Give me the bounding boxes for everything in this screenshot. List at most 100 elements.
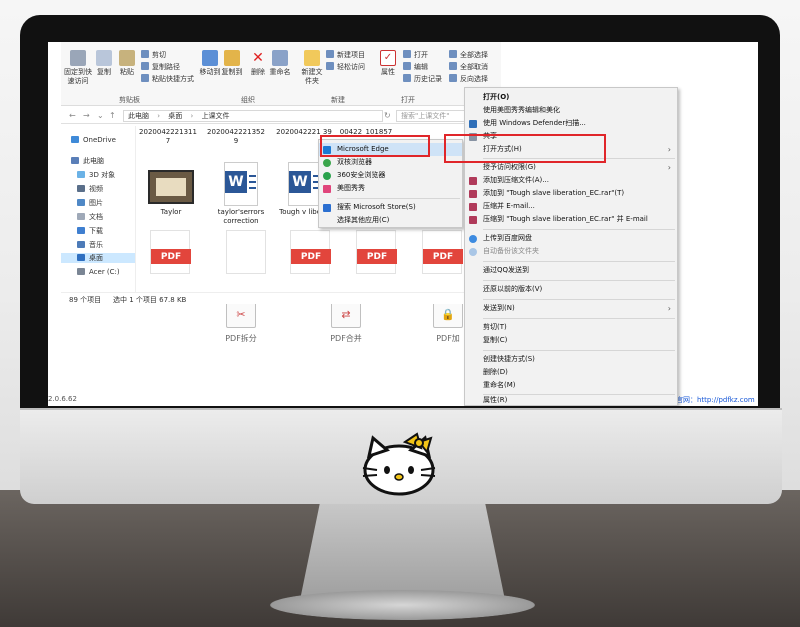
menu-item-label: 选择其他应用(C) [337, 216, 390, 224]
file-name[interactable]: 2020042221352 9 [206, 128, 266, 146]
pdf-file-icon[interactable]: PDF [356, 230, 397, 274]
delete-label: 删除 [251, 68, 265, 76]
move-to-button[interactable]: 移动到 [199, 50, 221, 77]
properties-button[interactable]: ✓ 属性 [377, 50, 399, 77]
nav-item-music[interactable]: 音乐 [77, 240, 103, 250]
chevron-right-icon: › [157, 112, 161, 120]
breadcrumb[interactable]: 此电脑 › 桌面 › 上课文件 [123, 110, 383, 122]
paste-button[interactable]: 粘贴 [116, 50, 138, 77]
menu-item-restore-version[interactable]: 还原以前的版本(V) [465, 283, 677, 296]
menu-item-open[interactable]: 打开(O) [465, 91, 677, 104]
up-arrow-icon[interactable]: ↑ [109, 111, 116, 120]
selection-info: 选中 1 个项目 67.8 KB [113, 296, 187, 304]
cut-button[interactable]: 剪切 [141, 50, 166, 60]
word-document-icon[interactable]: W [288, 162, 322, 206]
pin-quick-access-button[interactable]: 固定到快速访问 [61, 50, 95, 86]
film-frame [156, 178, 186, 196]
forward-arrow-icon[interactable]: → [83, 111, 90, 120]
pdf-file-icon[interactable]: PDF [422, 230, 463, 274]
easy-access-label: 轻松访问 [337, 63, 365, 71]
monitor-stand [300, 500, 505, 600]
copy-path-button[interactable]: 复制路径 [141, 62, 180, 72]
back-arrow-icon[interactable]: ← [69, 111, 76, 120]
menu-item-choose-app[interactable]: 选择其他应用(C) [319, 214, 462, 227]
menu-item-label: 属性(R) [483, 396, 508, 404]
menu-item-label: 还原以前的版本(V) [483, 285, 543, 293]
menu-item-compress-email[interactable]: 压缩并 E-mail... [465, 200, 677, 213]
history-icon [403, 74, 411, 82]
video-thumbnail[interactable] [148, 170, 194, 204]
select-all-button[interactable]: 全部选择 [449, 50, 488, 60]
history-button[interactable]: 历史记录 [403, 74, 442, 84]
menu-item-send-to[interactable]: 发送到(N) › [465, 302, 677, 315]
menu-item-meitu-edit[interactable]: 使用美图秀秀编辑和美化 [465, 104, 677, 117]
file-name[interactable]: 2020042221311 7 [138, 128, 198, 146]
menu-item-defender-scan[interactable]: 使用 Windows Defender扫描... [465, 117, 677, 130]
menu-item-copy[interactable]: 复制(C) [465, 334, 677, 347]
select-none-label: 全部取消 [460, 63, 488, 71]
rename-button[interactable]: 重命名 [269, 50, 291, 77]
nav-item-desktop[interactable]: 桌面 [61, 253, 135, 263]
menu-item-properties[interactable]: 属性(R) [465, 394, 677, 406]
copy-to-button[interactable]: 复制到 [221, 50, 243, 77]
blank-file-icon[interactable] [226, 230, 266, 274]
menu-item-label: 使用 Windows Defender扫描... [483, 119, 586, 127]
copy-button[interactable]: 复制 [93, 50, 115, 77]
nav-item-videos[interactable]: 视频 [77, 184, 103, 194]
file-name[interactable]: taylor'serrors correction [211, 208, 271, 226]
nav-item-downloads[interactable]: 下载 [77, 226, 103, 236]
easy-access-button[interactable]: 轻松访问 [326, 62, 365, 72]
select-all-label: 全部选择 [460, 51, 488, 59]
menu-item-baidu-upload[interactable]: 上传到百度网盘 [465, 232, 677, 245]
menu-item-add-archive[interactable]: 添加到压缩文件(A)... [465, 174, 677, 187]
move-to-label: 移动到 [199, 68, 221, 76]
invert-selection-button[interactable]: 反向选择 [449, 74, 488, 84]
menu-item-delete[interactable]: 删除(D) [465, 366, 677, 379]
new-item-button[interactable]: 新建项目 [326, 50, 365, 60]
breadcrumb-item[interactable]: 上课文件 [202, 112, 230, 120]
nav-item-pictures[interactable]: 图片 [77, 198, 103, 208]
film-icon [77, 185, 85, 192]
menu-item-add-rar[interactable]: 添加到 "Tough slave liberation_EC.rar"(T) [465, 187, 677, 200]
menu-item-dual-core-browser[interactable]: 双核浏览器 [319, 156, 462, 169]
menu-item-cut[interactable]: 剪切(T) [465, 321, 677, 334]
nav-item-this-pc[interactable]: 此电脑 [71, 156, 104, 166]
nav-item-3d-objects[interactable]: 3D 对象 [77, 170, 115, 180]
pdf-file-icon[interactable]: PDF [290, 230, 331, 274]
new-group-label: 新建 [331, 96, 345, 104]
menu-item-search-store[interactable]: 搜索 Microsoft Store(S) [319, 201, 462, 214]
refresh-icon[interactable]: ↻ [384, 111, 391, 120]
nav-item-drive-c[interactable]: Acer (C:) [77, 268, 120, 276]
desktop-icon-pdf-split[interactable]: ✂ PDF拆分 [213, 300, 269, 344]
edit-button[interactable]: 编辑 [403, 62, 428, 72]
menu-item-send-qq[interactable]: 通过QQ发送到 [465, 264, 677, 277]
menu-item-360-browser[interactable]: 360安全浏览器 [319, 169, 462, 182]
copy-path-label: 复制路径 [152, 63, 180, 71]
menu-item-auto-backup[interactable]: 自动备份该文件夹 [465, 245, 677, 258]
nav-item-onedrive[interactable]: OneDrive [71, 136, 116, 144]
invert-selection-icon [449, 74, 457, 82]
breadcrumb-item[interactable]: 桌面 [168, 112, 182, 120]
pdf-badge: PDF [423, 249, 463, 264]
breadcrumb-item[interactable]: 此电脑 [128, 112, 149, 120]
nav-item-documents[interactable]: 文档 [77, 212, 103, 222]
website-link[interactable]: 官网：http://pdfkz.com [676, 395, 755, 405]
new-folder-icon [304, 50, 320, 66]
menu-item-create-shortcut[interactable]: 创建快捷方式(S) [465, 353, 677, 366]
browser-icon [323, 159, 331, 167]
menu-item-rename[interactable]: 重命名(M) [465, 379, 677, 392]
delete-button[interactable]: ✕ 删除 [249, 50, 267, 77]
select-none-button[interactable]: 全部取消 [449, 62, 488, 72]
new-folder-button[interactable]: 新建文件夹 [301, 50, 323, 86]
menu-item-meitu[interactable]: 美图秀秀 [319, 182, 462, 195]
pdf-file-icon[interactable]: PDF [150, 230, 191, 274]
winrar-icon [469, 190, 477, 198]
desktop-icon-pdf-merge[interactable]: ⇄ PDF合并 [318, 300, 374, 344]
download-arrow-icon [77, 227, 85, 234]
file-name[interactable]: Taylor [141, 208, 201, 217]
word-document-icon[interactable]: W [224, 162, 258, 206]
recent-chevron-icon[interactable]: ⌄ [97, 111, 104, 120]
paste-shortcut-button[interactable]: 粘贴快捷方式 [141, 74, 194, 84]
open-button[interactable]: 打开 [403, 50, 428, 60]
menu-item-compress-rar-email[interactable]: 压缩到 "Tough slave liberation_EC.rar" 并 E-… [465, 213, 677, 226]
